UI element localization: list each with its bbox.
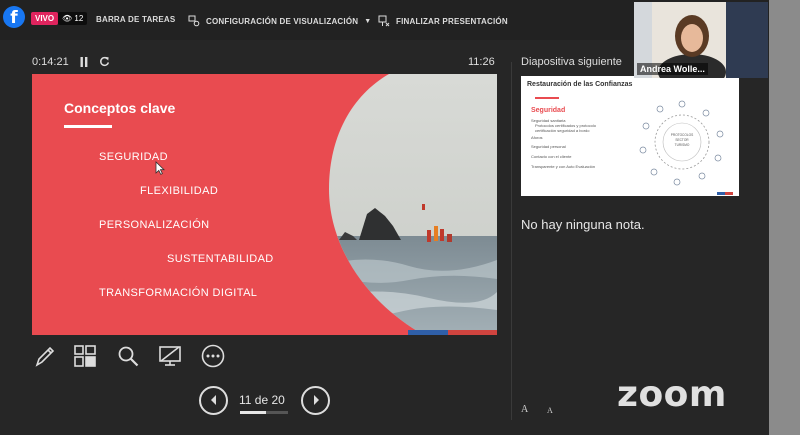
- pen-tool-icon[interactable]: [33, 344, 57, 368]
- next-slide-diagram: PROTOCOLOS SECTOR TURISMO: [639, 100, 724, 186]
- concept-item: PERSONALIZACIÓN: [99, 219, 210, 231]
- diagram-center-label: SECTOR: [675, 138, 689, 142]
- more-options-icon[interactable]: [201, 344, 225, 368]
- slide-progress-fill: [240, 411, 267, 414]
- chevron-left-icon: [211, 395, 216, 405]
- next-slide-bullet: Seguridad personal: [531, 144, 566, 149]
- eye-icon: 👁: [62, 14, 73, 23]
- dropdown-arrow-icon: ▼: [364, 17, 372, 25]
- pane-divider[interactable]: [511, 62, 512, 420]
- elapsed-timer: 0:14:21: [32, 56, 69, 68]
- slide-footer-bar: [408, 330, 497, 335]
- next-slide-button[interactable]: [301, 386, 330, 415]
- decrease-font-button[interactable]: A: [547, 406, 553, 415]
- current-slide: Conceptos clave SEGURIDAD FLEXIBILIDAD P…: [32, 74, 497, 335]
- restart-timer-icon[interactable]: [99, 56, 110, 67]
- black-screen-icon[interactable]: [158, 344, 182, 368]
- next-slide-accent-line: [535, 97, 559, 99]
- slide-counter[interactable]: 11 de 20: [239, 393, 285, 407]
- previous-slide-button[interactable]: [199, 386, 228, 415]
- next-slide-footer-bar: [717, 192, 733, 195]
- facebook-logo-icon: f: [3, 6, 25, 28]
- speaker-notes: No hay ninguna nota.: [521, 217, 645, 232]
- display-settings-icon: [188, 15, 200, 27]
- diagram-center-label: TURISMO: [675, 143, 690, 147]
- end-presentation-button[interactable]: FINALIZAR PRESENTACIÓN: [378, 15, 508, 27]
- display-settings-button[interactable]: CONFIGURACIÓN DE VISUALIZACIÓN ▼: [188, 15, 371, 27]
- slide-progress-bar: [240, 411, 288, 414]
- see-all-slides-icon[interactable]: [73, 344, 97, 368]
- chevron-right-icon: [314, 395, 319, 405]
- diagram-center-label: PROTOCOLOS: [671, 133, 693, 137]
- viewer-count: 12: [74, 14, 84, 23]
- pause-icon[interactable]: [80, 57, 88, 67]
- taskbar-label: BARRA DE TAREAS: [96, 15, 176, 24]
- concept-item: TRANSFORMACIÓN DIGITAL: [99, 287, 258, 299]
- live-badge: VIVO: [31, 12, 59, 25]
- concept-item: SUSTENTABILIDAD: [167, 253, 274, 265]
- slide-photo-ocean-rocks: [329, 74, 497, 335]
- next-slide-bullet: certificación seguridad a bordo: [535, 128, 590, 133]
- slide-title: Conceptos clave: [64, 100, 176, 116]
- side-panel-edge: [769, 0, 800, 435]
- zoom-magnifier-icon[interactable]: [116, 344, 140, 368]
- end-presentation-icon: [378, 15, 390, 27]
- next-slide-bullet: Transparente y con Auto Evaluación: [531, 164, 596, 169]
- next-slide-preview[interactable]: Restauración de las Confianzas Seguridad…: [521, 76, 739, 196]
- display-settings-label: CONFIGURACIÓN DE VISUALIZACIÓN: [206, 16, 359, 26]
- mouse-cursor-icon: [155, 161, 165, 175]
- next-slide-label: Diapositiva siguiente: [521, 56, 622, 68]
- participant-name-label: Andrea Wolle...: [637, 63, 708, 75]
- viewer-count-badge: 👁 12: [58, 12, 88, 25]
- participant-video: Andrea Wolle...: [634, 2, 768, 78]
- next-slide-bullet: Contacto con el cliente: [531, 154, 572, 159]
- next-slide-bullet: Aforos: [531, 135, 543, 140]
- taskbar-button[interactable]: BARRA DE TAREAS: [96, 15, 175, 24]
- concept-item: FLEXIBILIDAD: [140, 185, 219, 197]
- next-slide-subtitle: Seguridad: [531, 107, 566, 114]
- title-underline: [64, 125, 112, 128]
- end-presentation-label: FINALIZAR PRESENTACIÓN: [396, 16, 508, 26]
- increase-font-button[interactable]: A: [521, 404, 528, 415]
- clock: 11:26: [468, 56, 495, 68]
- zoom-logo: zoom: [617, 374, 727, 415]
- next-slide-title: Restauración de las Confianzas: [527, 81, 633, 88]
